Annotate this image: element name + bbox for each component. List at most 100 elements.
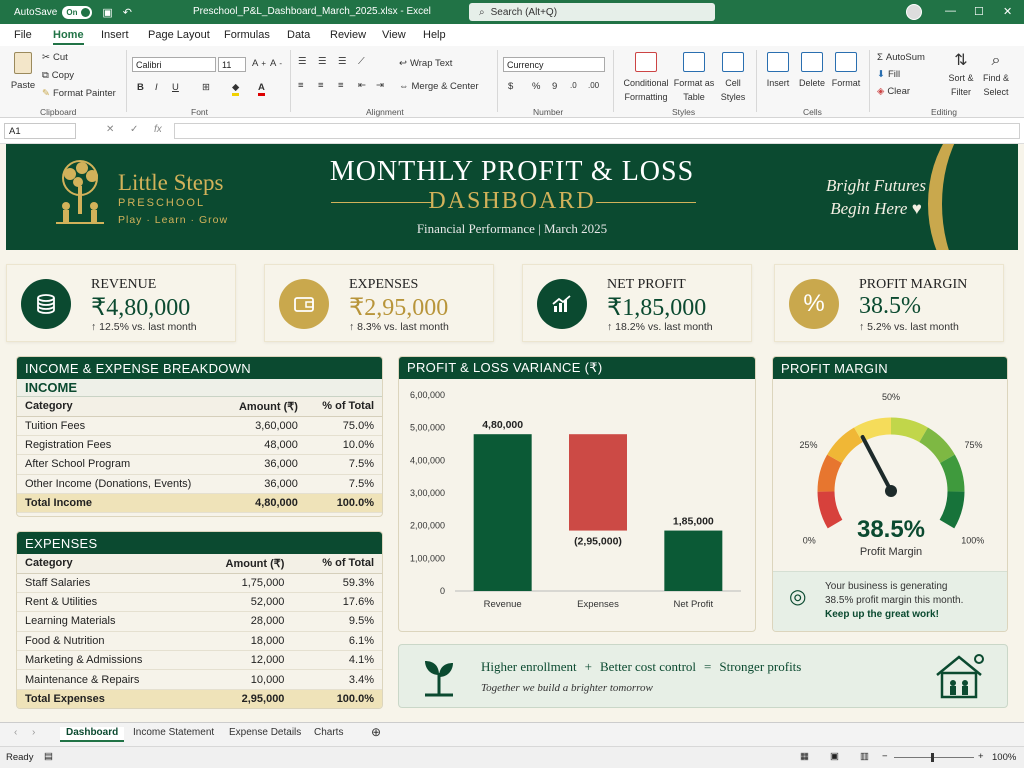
decrease-decimal-icon[interactable]: .00 bbox=[588, 81, 599, 90]
styles-group-label: Styles bbox=[672, 107, 696, 117]
align-top-icon[interactable]: ☰ bbox=[298, 56, 307, 67]
ribbon: Paste ✂ Cut ⧉ Copy ✎ Format Painter Clipboa… bbox=[0, 46, 1024, 118]
menu-review[interactable]: Review bbox=[330, 29, 366, 41]
underline-icon[interactable]: U bbox=[172, 82, 179, 93]
cancel-icon[interactable]: ✕ bbox=[106, 124, 114, 135]
align-center-icon[interactable]: ≡ bbox=[318, 80, 324, 91]
sort-filter-button[interactable]: ⇅ Sort & Filter bbox=[945, 52, 977, 98]
normal-view-icon[interactable]: ▦ bbox=[800, 751, 809, 762]
page-layout-view-icon[interactable]: ▣ bbox=[830, 751, 839, 762]
italic-icon[interactable]: I bbox=[155, 82, 158, 93]
cut-label: Cut bbox=[52, 52, 68, 63]
conditional-formatting-button[interactable]: Conditional Formatting bbox=[620, 52, 672, 103]
font-color-icon[interactable]: A bbox=[258, 82, 265, 96]
undo-icon[interactable]: ↶ bbox=[123, 6, 132, 19]
zoom-level[interactable]: 100% bbox=[992, 752, 1016, 763]
align-right-icon[interactable]: ≡ bbox=[338, 80, 344, 91]
merge-center-label: Merge & Center bbox=[411, 81, 479, 92]
comma-style-icon[interactable]: 9 bbox=[552, 81, 557, 92]
zoom-in-icon[interactable]: + bbox=[978, 751, 984, 762]
bold-icon[interactable]: B bbox=[137, 82, 144, 93]
x-tick-label: Revenue bbox=[484, 599, 522, 610]
menu-home[interactable]: Home bbox=[53, 29, 84, 45]
tab-income-statement[interactable]: Income Statement bbox=[133, 727, 214, 738]
formula-input[interactable] bbox=[174, 123, 1020, 139]
cell-styles-button[interactable]: Cell Styles bbox=[716, 52, 750, 103]
add-sheet-icon[interactable]: ⊕ bbox=[371, 725, 381, 739]
zoom-slider-thumb[interactable] bbox=[931, 753, 934, 762]
table-cell: Food & Nutrition bbox=[17, 631, 194, 652]
fill-button[interactable]: ⬇ Fill bbox=[877, 69, 900, 80]
copy-button[interactable]: ⧉ Copy bbox=[42, 70, 74, 81]
cut-button[interactable]: ✂ Cut bbox=[42, 52, 68, 63]
percent-style-icon[interactable]: % bbox=[532, 81, 540, 92]
number-format-select[interactable]: Currency bbox=[503, 57, 605, 72]
kpi-label: REVENUE bbox=[91, 277, 157, 292]
close-icon[interactable]: ✕ bbox=[1003, 5, 1012, 18]
scroll-right-icon[interactable]: › bbox=[32, 727, 35, 738]
kpi-revenue: REVENUE ₹4,80,000 ↑ 12.5% vs. last month bbox=[6, 264, 236, 342]
orientation-icon[interactable]: ⟋ bbox=[358, 56, 365, 67]
tab-dashboard[interactable]: Dashboard bbox=[60, 727, 125, 742]
menu-file[interactable]: File bbox=[14, 29, 32, 41]
align-left-icon[interactable]: ≡ bbox=[298, 80, 304, 91]
save-icon[interactable]: ▣ bbox=[102, 6, 112, 19]
minimize-icon[interactable]: — bbox=[945, 5, 956, 17]
currency-icon[interactable]: $ bbox=[508, 81, 513, 92]
decrease-indent-icon[interactable]: ⇤ bbox=[358, 80, 366, 91]
merge-center-button[interactable]: ⇔ Merge & Center bbox=[399, 81, 479, 92]
function-icon[interactable]: fx bbox=[154, 124, 162, 135]
search-box[interactable]: ⌕ Search (Alt+Q) bbox=[469, 3, 715, 21]
increase-indent-icon[interactable]: ⇥ bbox=[376, 80, 384, 91]
menu-data[interactable]: Data bbox=[287, 29, 310, 41]
tab-charts[interactable]: Charts bbox=[314, 727, 343, 738]
align-middle-icon[interactable]: ☰ bbox=[318, 56, 327, 67]
find-select-button[interactable]: ⌕ Find & Select bbox=[980, 52, 1012, 98]
menu-view[interactable]: View bbox=[382, 29, 406, 41]
zoom-slider[interactable] bbox=[894, 757, 974, 758]
menu-insert[interactable]: Insert bbox=[101, 29, 129, 41]
fill-color-icon[interactable]: ◆ bbox=[232, 82, 240, 96]
maximize-icon[interactable]: ☐ bbox=[974, 5, 984, 18]
wrap-icon: ↩ bbox=[399, 58, 407, 69]
avatar[interactable] bbox=[906, 4, 922, 20]
wrap-text-button[interactable]: ↩ Wrap Text bbox=[399, 58, 452, 69]
table-cell: 12,000 bbox=[193, 650, 293, 671]
name-box[interactable]: A1 bbox=[4, 123, 76, 139]
gauge-segment bbox=[854, 417, 892, 443]
insert-cells-button[interactable]: Insert bbox=[764, 52, 792, 88]
format-cells-button[interactable]: Format bbox=[830, 52, 862, 88]
column-header: Amount (₹) bbox=[193, 554, 293, 574]
menu-help[interactable]: Help bbox=[423, 29, 446, 41]
paste-button[interactable]: Paste bbox=[10, 52, 36, 91]
bar bbox=[473, 434, 532, 591]
expenses-section-title: EXPENSES bbox=[17, 532, 382, 554]
total-row: Total Income 4,80,000 100.0% bbox=[17, 493, 382, 514]
gauge-segment bbox=[827, 427, 863, 464]
autosum-button[interactable]: Σ AutoSum bbox=[877, 52, 925, 63]
search-icon: ⌕ bbox=[479, 6, 485, 18]
increase-font-icon[interactable]: A + bbox=[252, 58, 266, 69]
insight-banner: Higher enrollment + Better cost control … bbox=[398, 644, 1008, 708]
font-size-select[interactable]: 11 bbox=[218, 57, 246, 72]
macro-icon[interactable]: ▤ bbox=[44, 751, 53, 762]
increase-decimal-icon[interactable]: .0 bbox=[570, 81, 577, 90]
autosave-toggle[interactable]: On bbox=[62, 5, 93, 19]
gauge-segment bbox=[890, 417, 928, 443]
gauge-value: 38.5% bbox=[857, 516, 925, 543]
format-as-table-button[interactable]: Format as Table bbox=[672, 52, 716, 103]
zoom-out-icon[interactable]: − bbox=[882, 751, 888, 762]
decrease-font-icon[interactable]: A- bbox=[270, 58, 282, 69]
scroll-left-icon[interactable]: ‹ bbox=[14, 727, 17, 738]
menu-formulas[interactable]: Formulas bbox=[224, 29, 270, 41]
menu-page-layout[interactable]: Page Layout bbox=[148, 29, 210, 41]
delete-cells-button[interactable]: Delete bbox=[797, 52, 827, 88]
format-painter-button[interactable]: ✎ Format Painter bbox=[42, 88, 116, 99]
enter-icon[interactable]: ✓ bbox=[130, 124, 138, 135]
align-bottom-icon[interactable]: ☰ bbox=[338, 56, 347, 67]
tab-expense-details[interactable]: Expense Details bbox=[229, 727, 301, 738]
clear-button[interactable]: ◈ Clear bbox=[877, 86, 910, 97]
font-name-select[interactable]: Calibri bbox=[132, 57, 216, 72]
page-break-view-icon[interactable]: ▥ bbox=[860, 751, 869, 762]
borders-icon[interactable]: ⊞ bbox=[202, 82, 210, 93]
